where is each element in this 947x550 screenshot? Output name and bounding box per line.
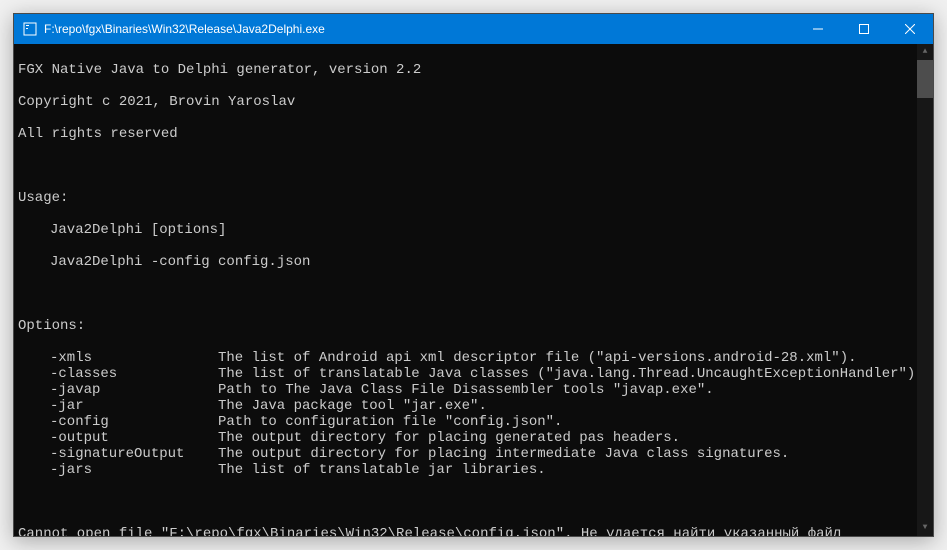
option-desc: The list of translatable jar libraries.	[218, 462, 546, 478]
error-line: Cannot open file "F:\repo\fgx\Binaries\W…	[18, 526, 929, 536]
option-flag: -javap	[18, 382, 218, 398]
titlebar[interactable]: F:\repo\fgx\Binaries\Win32\Release\Java2…	[14, 14, 933, 44]
option-desc: The output directory for placing generat…	[218, 430, 680, 446]
console-output[interactable]: FGX Native Java to Delphi generator, ver…	[14, 44, 933, 536]
header-line: FGX Native Java to Delphi generator, ver…	[18, 62, 929, 78]
option-desc: The output directory for placing interme…	[218, 446, 789, 462]
app-icon	[22, 21, 38, 37]
option-desc: Path to The Java Class File Disassembler…	[218, 382, 714, 398]
option-flag: -xmls	[18, 350, 218, 366]
blank-line	[18, 286, 929, 302]
option-row: -jarThe Java package tool "jar.exe".	[18, 398, 929, 414]
scroll-thumb[interactable]	[917, 60, 933, 98]
option-row: -xmlsThe list of Android api xml descrip…	[18, 350, 929, 366]
option-row: -jarsThe list of translatable jar librar…	[18, 462, 929, 478]
blank-line	[18, 494, 929, 510]
options-label: Options:	[18, 318, 929, 334]
option-row: -outputThe output directory for placing …	[18, 430, 929, 446]
header-line: Copyright c 2021, Brovin Yaroslav	[18, 94, 929, 110]
usage-line: Java2Delphi -config config.json	[18, 254, 929, 270]
minimize-button[interactable]	[795, 14, 841, 44]
vertical-scrollbar[interactable]: ▲ ▼	[917, 44, 933, 536]
option-flag: -jar	[18, 398, 218, 414]
option-desc: The list of translatable Java classes ("…	[218, 366, 924, 382]
usage-label: Usage:	[18, 190, 929, 206]
console-window: F:\repo\fgx\Binaries\Win32\Release\Java2…	[13, 13, 934, 537]
maximize-button[interactable]	[841, 14, 887, 44]
option-flag: -signatureOutput	[18, 446, 218, 462]
header-line: All rights reserved	[18, 126, 929, 142]
option-flag: -jars	[18, 462, 218, 478]
scroll-down-arrow[interactable]: ▼	[917, 520, 933, 536]
option-row: -javapPath to The Java Class File Disass…	[18, 382, 929, 398]
option-row: -classesThe list of translatable Java cl…	[18, 366, 929, 382]
window-title: F:\repo\fgx\Binaries\Win32\Release\Java2…	[44, 22, 795, 36]
option-row: -signatureOutputThe output directory for…	[18, 446, 929, 462]
scroll-up-arrow[interactable]: ▲	[917, 44, 933, 60]
close-button[interactable]	[887, 14, 933, 44]
option-desc: Path to configuration file "config.json"…	[218, 414, 562, 430]
usage-line: Java2Delphi [options]	[18, 222, 929, 238]
option-desc: The list of Android api xml descriptor f…	[218, 350, 857, 366]
option-flag: -config	[18, 414, 218, 430]
blank-line	[18, 158, 929, 174]
option-flag: -output	[18, 430, 218, 446]
option-desc: The Java package tool "jar.exe".	[218, 398, 487, 414]
window-controls	[795, 14, 933, 44]
option-row: -configPath to configuration file "confi…	[18, 414, 929, 430]
option-flag: -classes	[18, 366, 218, 382]
